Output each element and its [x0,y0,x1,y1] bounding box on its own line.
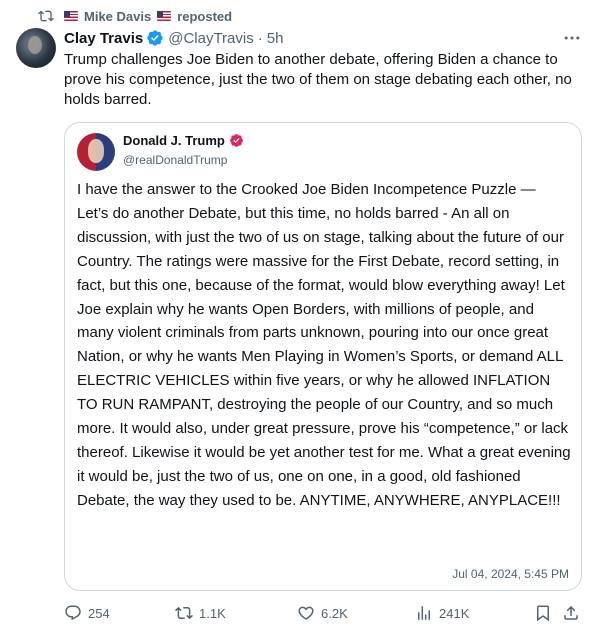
like-icon [298,606,314,620]
share-button[interactable] [562,604,580,622]
quoted-author-handle[interactable]: @realDonaldTrump [123,153,227,167]
repost-label: reposted [177,8,233,24]
tweet-time[interactable]: 5h [267,30,284,47]
tweet-header: Clay Travis @ClayTravis · 5h [64,28,582,48]
more-icon[interactable] [562,28,582,48]
author-avatar[interactable] [16,28,56,68]
us-flag-icon [157,11,172,21]
reply-count: 254 [88,605,110,621]
reply-icon [65,605,81,621]
quoted-tweet-text: I have the answer to the Crooked Joe Bid… [77,181,571,509]
quoted-author-avatar[interactable] [77,133,115,171]
reply-button[interactable]: 254 [64,604,110,622]
views-button[interactable]: 241K [415,604,469,622]
views-icon [418,606,430,620]
share-icon [564,605,578,620]
us-flag-icon [64,11,78,21]
verified-icon [147,30,163,46]
repost-user-name[interactable]: Mike Davis [84,9,151,24]
like-count: 6.2K [321,605,348,621]
quoted-tweet[interactable]: Donald J. Trump @realDonaldTrump I have … [64,122,582,591]
like-button[interactable]: 6.2K [297,604,348,622]
tweet-text: Trump challenges Joe Biden to another de… [64,51,572,108]
views-count: 241K [439,605,470,621]
retweet-button[interactable]: 1.1K [175,604,226,622]
repost-line: Mike Davis reposted [38,7,232,25]
author-handle[interactable]: @ClayTravis [168,30,254,47]
bookmark-button[interactable] [534,604,552,622]
separator-dot: · [257,29,263,47]
quoted-author-name[interactable]: Donald J. Trump [123,133,225,148]
action-bar: 254 1.1K 6.2K 241K [64,604,582,624]
quoted-tweet-date[interactable]: Jul 04, 2024, 5:45 PM [452,567,569,581]
retweet-count: 1.1K [199,605,226,621]
retweet-icon [38,10,54,22]
retweet-icon [175,606,193,620]
bookmark-icon [537,605,549,622]
quoted-author-row: Donald J. Trump [123,133,244,148]
pink-verified-icon [229,134,243,147]
author-name[interactable]: Clay Travis [64,30,143,47]
